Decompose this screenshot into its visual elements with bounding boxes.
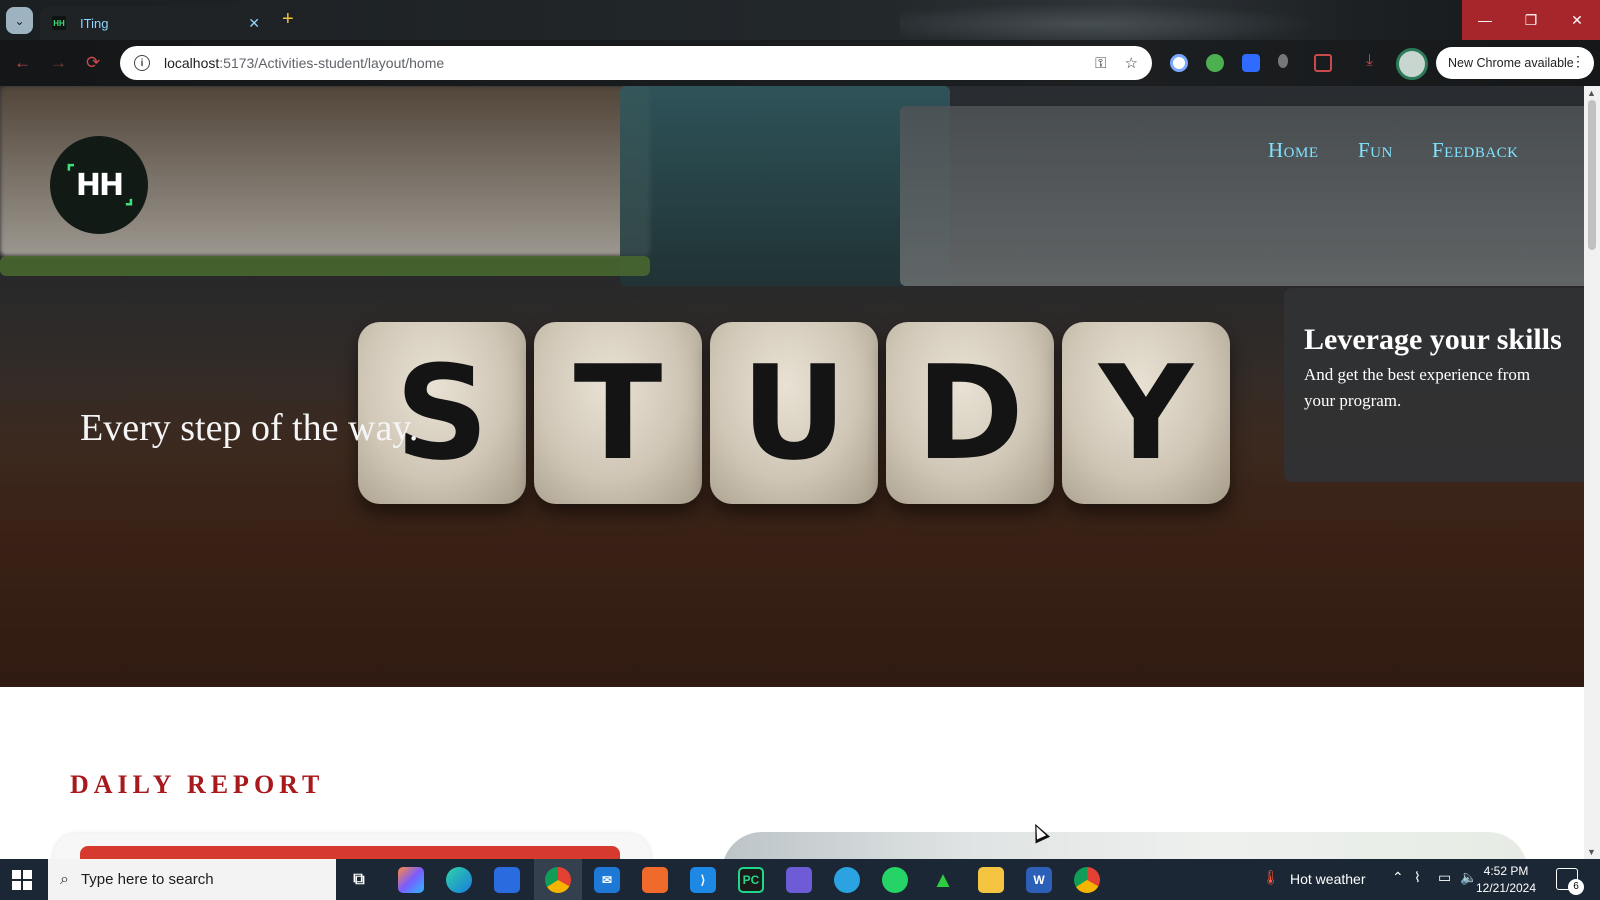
key-icon[interactable]: ⚿ [1095, 55, 1106, 72]
extension-icon[interactable] [1314, 54, 1332, 72]
browser-toolbar: ← → ⟳ i localhost:5173/Activities-studen… [0, 40, 1600, 86]
new-tab-button[interactable]: + [282, 8, 294, 31]
reload-button[interactable]: ⟳ [86, 53, 100, 73]
download-icon[interactable]: ⤓ [1366, 52, 1384, 70]
logo-arrow-icon: ⌜ [66, 160, 75, 184]
battery-icon[interactable]: ▭ [1438, 869, 1451, 886]
telegram-icon[interactable] [834, 867, 860, 893]
android-studio-icon[interactable]: ▲ [930, 867, 956, 893]
task-view-icon[interactable]: ⧉ [346, 867, 372, 893]
chrome-profile-icon[interactable] [1074, 867, 1100, 893]
whatsapp-icon[interactable] [882, 867, 908, 893]
report-image [722, 832, 1528, 859]
clock-time: 4:52 PM [1483, 864, 1529, 878]
nav-feedback[interactable]: Feedback [1432, 138, 1519, 163]
chrome-update-button[interactable]: New Chrome available ⋮ [1436, 47, 1594, 79]
info-icon[interactable]: i [134, 55, 150, 71]
tab-favicon-icon: HH [52, 16, 66, 30]
vscode-icon[interactable]: ⟩ [690, 867, 716, 893]
star-icon[interactable]: ☆ [1125, 54, 1138, 72]
extension-gray-icon[interactable] [1278, 54, 1288, 68]
scrollbar-thumb[interactable] [1588, 100, 1596, 250]
url-host: localhost [164, 55, 220, 71]
browser-tab[interactable]: HH ITing ✕ [40, 6, 272, 40]
chrome-icon[interactable] [545, 867, 571, 893]
nav-home[interactable]: Home [1268, 138, 1319, 163]
nav-fun[interactable]: Fun [1358, 138, 1393, 163]
promo-text: And get the best experience from your pr… [1304, 365, 1531, 410]
die-letter: D [886, 322, 1054, 504]
search-icon: ⌕ [60, 870, 69, 888]
die-letter: U [710, 322, 878, 504]
tab-search-icon[interactable]: ⌄ [6, 7, 33, 34]
back-button[interactable]: ← [14, 53, 31, 73]
power-automate-icon[interactable] [786, 867, 812, 893]
edge-icon[interactable] [446, 867, 472, 893]
notification-badge: 6 [1568, 879, 1584, 895]
profile-avatar[interactable] [1396, 48, 1428, 80]
copilot-icon[interactable] [398, 867, 424, 893]
tab-title: ITing [80, 15, 109, 31]
hero-tagline: Every step of the way. [80, 407, 419, 449]
scroll-down-icon[interactable]: ▼ [1587, 847, 1596, 857]
promo-card: Leverage your skills And get the best ex… [1284, 288, 1584, 482]
window-maximize-button[interactable]: ❐ [1508, 0, 1554, 40]
forward-button[interactable]: → [50, 53, 67, 73]
url-path: :5173/Activities-student/layout/home [219, 55, 445, 71]
chrome-update-label: New Chrome available [1448, 56, 1574, 70]
logo-arrow-icon: ⌟ [124, 184, 134, 208]
daily-report-card[interactable] [54, 834, 650, 859]
daily-report-title: DAILY REPORT [70, 770, 325, 799]
system-clock[interactable]: 4:52 PM 12/21/2024 [1474, 863, 1538, 897]
page-viewport: ⌜ HH ⌟ Home Fun Feedback S T U D Y Every… [0, 86, 1584, 859]
site-logo[interactable]: ⌜ HH ⌟ [50, 136, 148, 234]
background-book-green [0, 256, 650, 276]
url-text[interactable]: localhost:5173/Activities-student/layout… [164, 55, 1077, 71]
page-scrollbar[interactable]: ▲ ▼ [1584, 86, 1600, 859]
taskbar-search-box[interactable]: ⌕ Type here to search [48, 859, 336, 900]
extension-blue-icon[interactable] [1242, 54, 1260, 72]
report-card-header [80, 846, 620, 859]
extension-green-icon[interactable] [1206, 54, 1224, 72]
xampp-icon[interactable] [642, 867, 668, 893]
promo-title: Leverage your skills [1304, 323, 1562, 356]
window-close-button[interactable]: ✕ [1554, 0, 1600, 40]
menu-dots-icon[interactable]: ⋮ [1571, 53, 1585, 70]
windows-taskbar: ⌕ Type here to search ⧉ ✉ ⟩ PC ▲ W 🌡 Hot… [0, 859, 1600, 900]
mail-icon[interactable]: ✉ [594, 867, 620, 893]
background-books-gray [900, 106, 1584, 286]
browser-titlebar: ⌄ HH ITing ✕ + — ❐ ✕ [0, 0, 1600, 40]
extension-chrome-icon[interactable] [1170, 54, 1188, 72]
die-letter: Y [1062, 322, 1230, 504]
die-letter: T [534, 322, 702, 504]
clock-date: 12/21/2024 [1475, 881, 1537, 895]
tray-chevron-icon[interactable]: ⌃ [1392, 869, 1404, 886]
hero-section: ⌜ HH ⌟ Home Fun Feedback S T U D Y Every… [0, 86, 1584, 687]
weather-icon[interactable]: 🌡 [1262, 869, 1280, 886]
address-bar[interactable]: i localhost:5173/Activities-student/layo… [120, 46, 1152, 80]
network-icon[interactable]: ⌇ [1414, 869, 1421, 886]
pycharm-icon[interactable]: PC [738, 867, 764, 893]
taskbar-search-placeholder: Type here to search [80, 871, 214, 888]
file-explorer-icon[interactable] [978, 867, 1004, 893]
scroll-up-icon[interactable]: ▲ [1587, 88, 1596, 98]
window-minimize-button[interactable]: — [1462, 0, 1508, 40]
word-icon[interactable]: W [1026, 867, 1052, 893]
tab-close-icon[interactable]: ✕ [248, 15, 260, 32]
store-icon[interactable] [494, 867, 520, 893]
study-dice: S T U D Y [358, 322, 1238, 512]
logo-text: HH [75, 167, 124, 203]
windows-start-icon[interactable] [12, 870, 32, 890]
weather-text[interactable]: Hot weather [1290, 871, 1365, 887]
